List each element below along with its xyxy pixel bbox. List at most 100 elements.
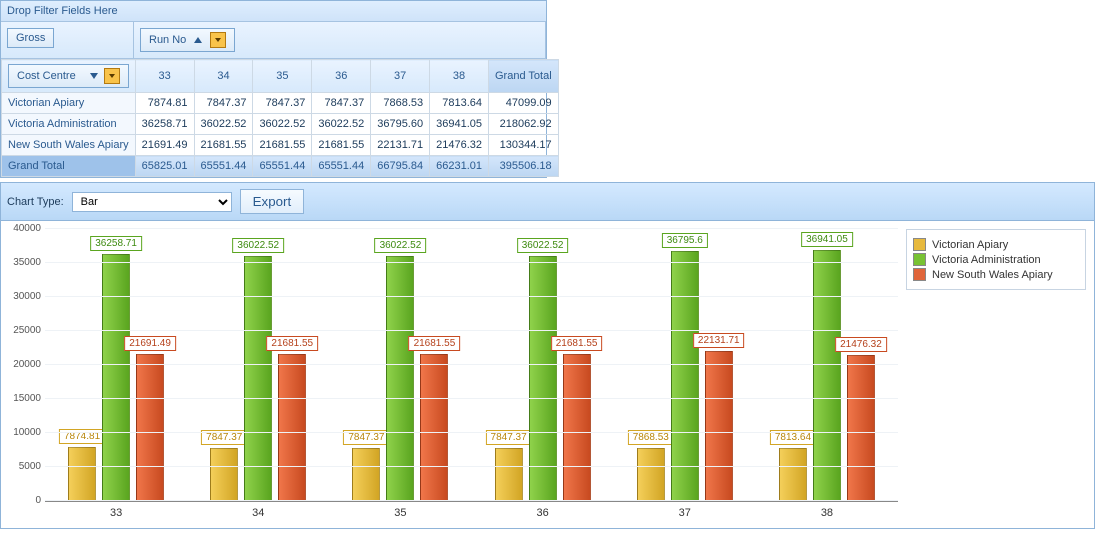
bar[interactable]: 36795.6 [671, 251, 699, 501]
y-gridline: 25000 [45, 330, 898, 331]
y-tick-label: 25000 [3, 325, 41, 336]
y-gridline: 35000 [45, 262, 898, 263]
table-row: Victorian Apiary7874.817847.377847.37784… [2, 93, 559, 114]
data-label: 21476.32 [835, 337, 887, 352]
data-label: 21681.55 [266, 336, 318, 351]
col-header[interactable]: 38 [430, 60, 489, 93]
bar[interactable]: 36941.05 [813, 250, 841, 501]
cell: 36022.52 [194, 114, 253, 135]
col-header[interactable]: 34 [194, 60, 253, 93]
bar[interactable]: 36022.52 [386, 256, 414, 501]
col-header[interactable]: 33 [135, 60, 194, 93]
sort-desc-icon [90, 73, 98, 79]
row-total: 130344.17 [489, 135, 559, 156]
grand-total-col[interactable]: Grand Total [489, 60, 559, 93]
bar[interactable]: 7847.37 [210, 448, 238, 501]
cell: 36022.52 [253, 114, 312, 135]
bar[interactable]: 7874.81 [68, 447, 96, 501]
cell: 36941.05 [430, 114, 489, 135]
col-total: 65825.01 [135, 156, 194, 177]
y-gridline: 15000 [45, 398, 898, 399]
col-header[interactable]: 37 [371, 60, 430, 93]
data-label: 21681.55 [551, 336, 603, 351]
data-field-label: Gross [16, 32, 45, 44]
cell: 36258.71 [135, 114, 194, 135]
col-header[interactable]: 36 [312, 60, 371, 93]
table-row: Victoria Administration36258.7136022.523… [2, 114, 559, 135]
legend-swatch [913, 268, 926, 281]
row-header[interactable]: Victorian Apiary [2, 93, 136, 114]
bar[interactable]: 22131.71 [705, 351, 733, 501]
bar[interactable]: 21681.55 [563, 354, 591, 501]
row-header[interactable]: New South Wales Apiary [2, 135, 136, 156]
table-row: New South Wales Apiary21691.4921681.5521… [2, 135, 559, 156]
data-label: 36022.52 [375, 238, 427, 253]
bar[interactable]: 7813.64 [779, 448, 807, 501]
bar[interactable]: 21681.55 [420, 354, 448, 501]
y-gridline: 40000 [45, 228, 898, 229]
row-field-costcentre[interactable]: Cost Centre [8, 64, 129, 88]
column-field-label: Run No [149, 34, 186, 46]
bar-group: 7847.3736022.5221681.5536 [472, 229, 614, 501]
col-total: 65551.44 [312, 156, 371, 177]
row-total: 218062.92 [489, 114, 559, 135]
y-gridline: 5000 [45, 466, 898, 467]
legend-item: Victoria Administration [913, 253, 1079, 266]
bar-group: 7813.6436941.0521476.3238 [756, 229, 898, 501]
export-button[interactable]: Export [240, 189, 305, 214]
y-gridline: 10000 [45, 432, 898, 433]
y-tick-label: 5000 [3, 461, 41, 472]
data-label: 21681.55 [409, 336, 461, 351]
dropdown-icon[interactable] [210, 32, 226, 48]
row-header[interactable]: Victoria Administration [2, 114, 136, 135]
cell: 21681.55 [194, 135, 253, 156]
bar[interactable]: 7847.37 [352, 448, 380, 501]
bar[interactable]: 7868.53 [637, 448, 665, 502]
legend-swatch [913, 253, 926, 266]
pivot-table: Cost Centre 33 34 35 36 37 38 Grand Tota… [1, 59, 559, 177]
cell: 7847.37 [253, 93, 312, 114]
data-label: 36941.05 [801, 232, 853, 247]
cell: 21681.55 [253, 135, 312, 156]
col-total: 66795.84 [371, 156, 430, 177]
cell: 21691.49 [135, 135, 194, 156]
chart-legend: Victorian Apiary Victoria Administration… [906, 229, 1086, 290]
cell: 7868.53 [371, 93, 430, 114]
cell: 7813.64 [430, 93, 489, 114]
data-label: 36022.52 [232, 238, 284, 253]
column-field-runno[interactable]: Run No [140, 28, 235, 52]
bar[interactable]: 21476.32 [847, 355, 875, 501]
cell: 21476.32 [430, 135, 489, 156]
row-field-label: Cost Centre [17, 70, 76, 82]
data-field-gross[interactable]: Gross [7, 28, 54, 48]
legend-item: New South Wales Apiary [913, 268, 1079, 281]
col-total: 65551.44 [194, 156, 253, 177]
cell: 21681.55 [312, 135, 371, 156]
bar-group: 7874.8136258.7121691.4933 [45, 229, 187, 501]
legend-swatch [913, 238, 926, 251]
x-tick-label: 35 [329, 507, 471, 519]
x-tick-label: 34 [187, 507, 329, 519]
bar[interactable]: 7847.37 [495, 448, 523, 501]
dropdown-icon[interactable] [104, 68, 120, 84]
data-label: 21691.49 [124, 336, 176, 351]
data-label: 36022.52 [517, 238, 569, 253]
x-tick-label: 36 [472, 507, 614, 519]
bar[interactable]: 36258.71 [102, 254, 130, 501]
bar[interactable]: 21681.55 [278, 354, 306, 501]
row-total: 47099.09 [489, 93, 559, 114]
bar-group: 7847.3736022.5221681.5535 [329, 229, 471, 501]
cell: 22131.71 [371, 135, 430, 156]
filter-drop-area[interactable]: Drop Filter Fields Here [1, 1, 546, 22]
data-label: 36795.6 [662, 233, 708, 248]
bar[interactable]: 21691.49 [136, 354, 164, 502]
cell: 36795.60 [371, 114, 430, 135]
col-total: 65551.44 [253, 156, 312, 177]
grand-total: 395506.18 [489, 156, 559, 177]
bar[interactable]: 36022.52 [529, 256, 557, 501]
y-tick-label: 30000 [3, 291, 41, 302]
col-header[interactable]: 35 [253, 60, 312, 93]
chart-type-select[interactable]: Bar [72, 192, 232, 212]
bar[interactable]: 36022.52 [244, 256, 272, 501]
y-tick-label: 35000 [3, 257, 41, 268]
